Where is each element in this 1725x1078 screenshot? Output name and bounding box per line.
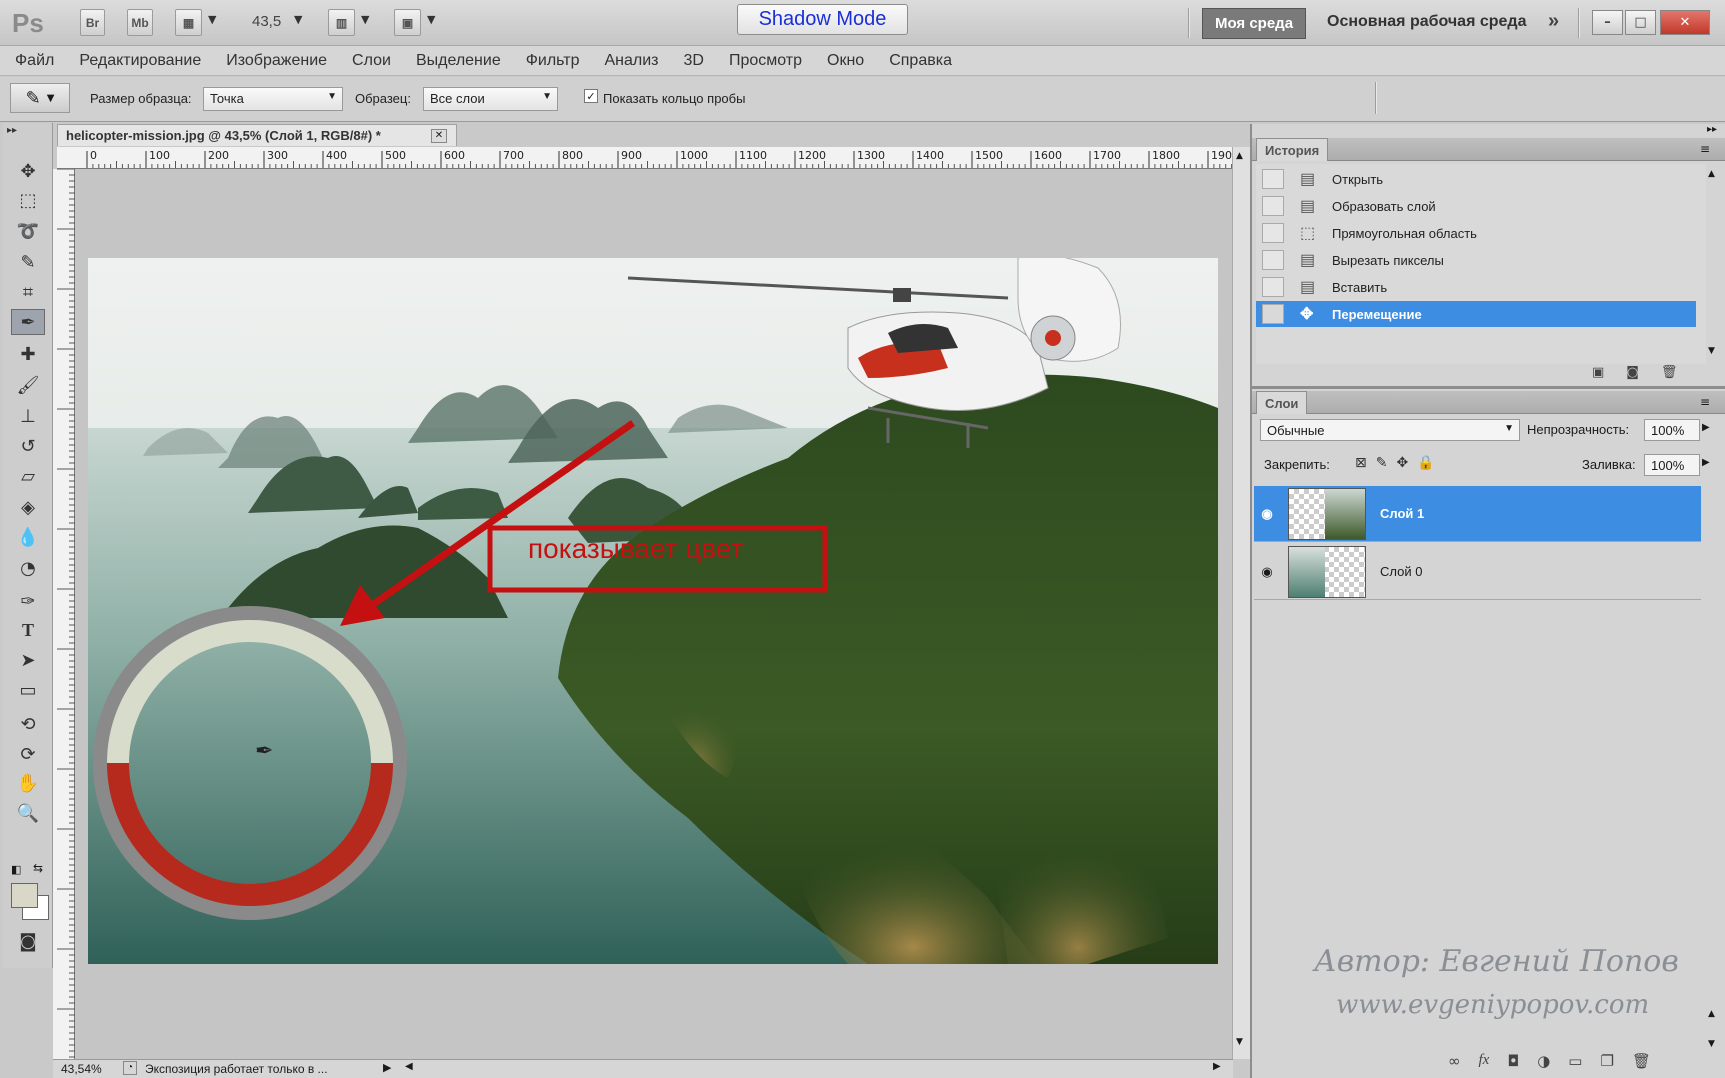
layer-name[interactable]: Слой 0 xyxy=(1380,564,1422,579)
history-tabbar: История ≡ xyxy=(1252,138,1725,161)
history-item[interactable]: ▤ Открыть xyxy=(1256,166,1696,192)
fill-field[interactable]: 100% xyxy=(1644,454,1700,476)
status-menu-arrow-icon[interactable]: ▶ xyxy=(383,1061,391,1074)
scroll-left-icon[interactable]: ◀ xyxy=(405,1061,413,1072)
scroll-up-icon[interactable]: ▲ xyxy=(1708,169,1715,179)
new-document-from-state-icon[interactable]: ▣ xyxy=(1592,365,1604,380)
annotation-arrow xyxy=(362,420,636,613)
chevron-down-icon: ▼ xyxy=(1504,423,1514,434)
lock-transparency-icon[interactable]: ⊠ xyxy=(1355,455,1367,471)
fill-label: Заливка: xyxy=(1582,457,1636,472)
layer-thumbnail xyxy=(1288,545,1366,598)
trash-icon[interactable]: 🗑 xyxy=(1661,365,1678,380)
watermark-site: www.evgeniypopov.com xyxy=(1336,990,1650,1020)
history-item[interactable]: ▤ Вставить xyxy=(1256,274,1696,300)
scroll-up-icon[interactable]: ▲ xyxy=(1236,151,1243,161)
move-icon: ✥ xyxy=(1300,306,1314,323)
tab-layers[interactable]: Слои xyxy=(1256,391,1308,414)
history-item[interactable]: ⬚ Прямоугольная область xyxy=(1256,220,1696,246)
arrow-head-icon xyxy=(340,585,385,626)
opacity-label: Непрозрачность: xyxy=(1527,422,1630,437)
opacity-field[interactable]: 100% xyxy=(1644,419,1700,441)
doc-icon: ▤ xyxy=(1300,279,1316,296)
tab-history[interactable]: История xyxy=(1256,138,1329,161)
doc-icon: ▤ xyxy=(1300,198,1316,215)
history-footer: ▣ ◙ 🗑 xyxy=(1592,365,1677,380)
layer-thumbnail xyxy=(1288,487,1366,540)
snapshot-source-box[interactable] xyxy=(1262,250,1284,270)
lock-buttons: ⊠ ✎ ✥ 🔒 xyxy=(1355,455,1435,471)
history-item[interactable]: ▤ Вырезать пикселы xyxy=(1256,247,1696,273)
blend-mode-value: Обычные xyxy=(1267,423,1325,438)
eyedropper-cursor-icon: ✒ xyxy=(255,739,273,764)
watermark-author: Автор: Евгений Попов xyxy=(1314,944,1679,979)
scroll-down-icon[interactable]: ▼ xyxy=(1236,1037,1243,1047)
history-item-label: Открыть xyxy=(1332,171,1384,187)
blend-mode-select[interactable]: Обычные ▼ xyxy=(1260,419,1520,441)
vertical-scrollbar[interactable]: ▲ ▼ xyxy=(1232,147,1250,1059)
adjustment-layer-icon[interactable]: ◑ xyxy=(1537,1052,1550,1070)
history-item-label: Вырезать пикселы xyxy=(1332,252,1444,268)
snapshot-source-box[interactable] xyxy=(1262,169,1284,189)
history-item-label: Образовать слой xyxy=(1332,198,1436,214)
annotation-text: показывает цвет xyxy=(528,533,744,564)
history-item-selected[interactable]: ✥ Перемещение xyxy=(1256,301,1696,327)
add-mask-icon[interactable]: ◘ xyxy=(1507,1052,1519,1070)
history-item-label: Перемещение xyxy=(1332,306,1422,322)
lock-label: Закрепить: xyxy=(1264,457,1330,472)
panel-dock: ▸▸ История ≡ ▤ Открыть ▤ Образовать слой ⬚… xyxy=(1250,124,1725,1078)
new-group-icon[interactable]: ▭ xyxy=(1568,1052,1582,1070)
layers-tabbar: Слои ≡ xyxy=(1252,391,1725,414)
scroll-down-icon[interactable]: ▼ xyxy=(1708,1039,1715,1049)
panel-menu-icon[interactable]: ≡ xyxy=(1700,142,1710,156)
doc-icon: ▤ xyxy=(1300,252,1316,269)
status-message[interactable]: Экспозиция работает только в ... xyxy=(145,1062,328,1076)
scroll-right-icon[interactable]: ▶ xyxy=(1213,1061,1221,1072)
scroll-up-icon[interactable]: ▲ xyxy=(1708,1009,1715,1019)
history-item[interactable]: ▤ Образовать слой xyxy=(1256,193,1696,219)
info-icon[interactable]: ◔ xyxy=(123,1061,137,1075)
doc-icon: ▤ xyxy=(1300,171,1316,188)
snapshot-icon[interactable]: ◙ xyxy=(1626,365,1639,380)
scroll-down-icon[interactable]: ▼ xyxy=(1708,346,1715,356)
sample-ring xyxy=(93,606,407,920)
new-layer-icon[interactable]: ❐ xyxy=(1600,1052,1613,1070)
lock-all-icon[interactable]: 🔒 xyxy=(1417,455,1434,471)
snapshot-source-box[interactable] xyxy=(1262,223,1284,243)
lock-image-icon[interactable]: ✎ xyxy=(1376,455,1388,471)
eye-icon[interactable]: ◉ xyxy=(1254,506,1280,522)
snapshot-source-box[interactable] xyxy=(1262,277,1284,297)
marquee-icon: ⬚ xyxy=(1300,225,1316,242)
panel-menu-icon[interactable]: ≡ xyxy=(1700,395,1710,409)
snapshot-source-box[interactable] xyxy=(1262,304,1284,324)
snapshot-source-box[interactable] xyxy=(1262,196,1284,216)
opacity-slider-arrow-icon[interactable]: ▶ xyxy=(1702,422,1710,433)
layer-name[interactable]: Слой 1 xyxy=(1380,506,1424,521)
fx-icon[interactable]: fx xyxy=(1479,1052,1490,1070)
history-list: ▤ Открыть ▤ Образовать слой ⬚ Прямоугольная… xyxy=(1256,164,1706,364)
eye-icon[interactable]: ◉ xyxy=(1254,564,1280,580)
trash-icon[interactable]: 🗑 xyxy=(1632,1052,1651,1070)
lock-position-icon[interactable]: ✥ xyxy=(1396,455,1408,471)
fill-slider-arrow-icon[interactable]: ▶ xyxy=(1702,457,1710,468)
history-item-label: Вставить xyxy=(1332,279,1388,295)
link-layers-icon[interactable]: ∞ xyxy=(1448,1052,1461,1070)
layer-row-selected[interactable]: ◉ Слой 1 xyxy=(1254,486,1701,542)
divider xyxy=(1252,386,1725,389)
history-item-label: Прямоугольная область xyxy=(1332,225,1477,241)
status-zoom[interactable]: 43,54% xyxy=(61,1062,102,1076)
layer-row[interactable]: ◉ Слой 0 xyxy=(1254,544,1701,600)
collapse-panels-icon[interactable]: ▸▸ xyxy=(1707,124,1717,135)
layers-footer: ∞ fx ◘ ◑ ▭ ❐ 🗑 xyxy=(1448,1052,1651,1070)
status-bar: 43,54% ◔ Экспозиция работает только в ..… xyxy=(53,1059,1233,1078)
